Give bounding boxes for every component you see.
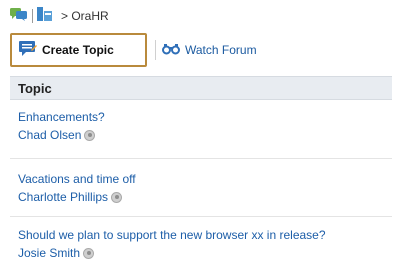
create-topic-icon bbox=[19, 41, 37, 59]
discussions-icon[interactable] bbox=[10, 7, 28, 26]
presence-status-icon[interactable] bbox=[84, 129, 96, 141]
create-topic-label: Create Topic bbox=[42, 43, 114, 57]
watch-forum-button[interactable]: Watch Forum bbox=[162, 43, 257, 58]
toolbar-separator bbox=[155, 40, 156, 60]
author-name: Josie Smith bbox=[18, 246, 81, 260]
presence-status-icon[interactable] bbox=[111, 191, 123, 203]
toolbar: Create Topic Watch Forum bbox=[10, 33, 257, 67]
breadcrumb-separator bbox=[32, 9, 33, 23]
breadcrumb-current[interactable]: > OraHR bbox=[61, 9, 109, 23]
topic-author-link[interactable]: Charlotte Phillips bbox=[18, 190, 123, 204]
watch-forum-label: Watch Forum bbox=[185, 43, 257, 57]
watch-binoculars-icon bbox=[162, 43, 180, 58]
topic-title-link[interactable]: Enhancements? bbox=[18, 110, 105, 124]
presence-status-icon[interactable] bbox=[83, 247, 95, 259]
breadcrumb: > OraHR bbox=[10, 6, 109, 26]
create-topic-button[interactable]: Create Topic bbox=[10, 33, 147, 67]
topic-author-link[interactable]: Chad Olsen bbox=[18, 128, 96, 142]
row-divider bbox=[10, 216, 392, 217]
topic-author-link[interactable]: Josie Smith bbox=[18, 246, 95, 260]
topic-title-link[interactable]: Vacations and time off bbox=[18, 172, 136, 186]
forum-folder-icon[interactable] bbox=[37, 6, 53, 26]
author-name: Chad Olsen bbox=[18, 128, 82, 142]
topic-title-link[interactable]: Should we plan to support the new browse… bbox=[18, 228, 326, 242]
row-divider bbox=[10, 158, 392, 159]
author-name: Charlotte Phillips bbox=[18, 190, 109, 204]
topic-column-header[interactable]: Topic bbox=[10, 76, 392, 100]
topic-column-label: Topic bbox=[18, 80, 52, 96]
